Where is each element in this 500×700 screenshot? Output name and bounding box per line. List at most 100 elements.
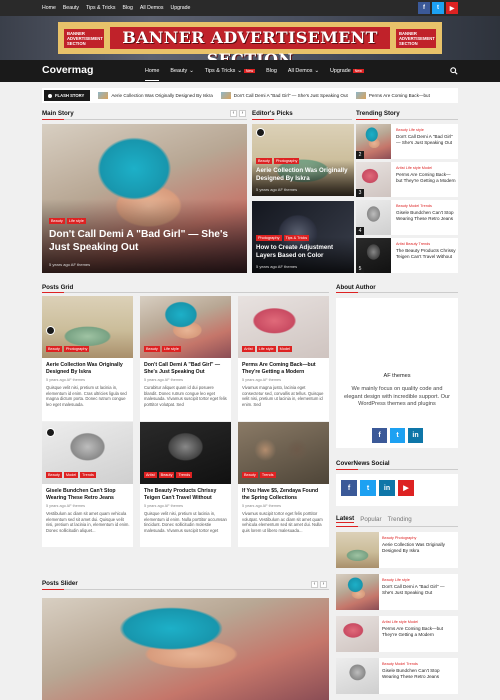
editors-pick-card[interactable]: Photography Tips & Tricks How to Create … <box>252 201 354 273</box>
grid-post-card[interactable]: Artist Life style Model Perms Are Coming… <box>238 296 329 421</box>
linkedin-icon[interactable]: in <box>408 428 423 443</box>
latest-item[interactable]: Beauty Model Trends Gisele Bundchen Can'… <box>336 658 458 694</box>
trending-title[interactable]: Don't Call Demi A "Bad Girl" — She's Jus… <box>396 134 456 146</box>
category-tag[interactable]: Trends <box>80 472 96 478</box>
nav-home[interactable]: Home <box>145 68 160 81</box>
trending-category[interactable]: Artist Beauty Trends <box>396 242 430 246</box>
category-tag[interactable]: Life style <box>66 218 86 224</box>
category-tag[interactable]: Trends <box>176 472 193 478</box>
top-nav-demos[interactable]: All Demos <box>140 5 164 11</box>
category-tag[interactable]: Beauty <box>46 346 62 352</box>
latest-category[interactable]: Artist Life style Model <box>382 620 418 624</box>
trending-category[interactable]: Artist Life style Model <box>396 166 432 170</box>
ticker-item[interactable]: Perms Are Coming Back—but <box>355 92 430 99</box>
trending-title[interactable]: Perms Are Coming Back—but They're Gettin… <box>396 172 456 184</box>
grid-post-card[interactable]: Beauty Trends If You Have $5, Zendaya Fo… <box>238 422 329 547</box>
grid-post-card[interactable]: Artist Beauty Trends The Beauty Products… <box>140 422 231 547</box>
latest-item[interactable]: Beauty Photography Aerie Collection Was … <box>336 532 458 568</box>
grid-post-card[interactable]: Beauty Photography Aerie Collection Was … <box>42 296 133 421</box>
trending-category[interactable]: Beauty Life style <box>396 128 424 132</box>
linkedin-icon[interactable]: in <box>379 480 395 496</box>
twitter-icon[interactable]: t <box>432 2 444 14</box>
category-tag[interactable]: Photography <box>63 346 90 352</box>
category-tag[interactable]: Life style <box>256 346 276 352</box>
main-header: Covermag Home Beauty ⌄ Tips & Tricks ⌄ New … <box>0 60 500 82</box>
nav-blog[interactable]: Blog <box>266 68 277 74</box>
top-nav-upgrade[interactable]: Upgrade <box>171 5 191 11</box>
trending-item[interactable]: 4 Beauty Model Trends Gisele Bundchen Ca… <box>356 200 458 235</box>
nav-demos[interactable]: All Demos ⌄ <box>288 68 319 74</box>
tab-latest[interactable]: Latest <box>336 515 355 523</box>
twitter-icon[interactable]: t <box>360 480 376 496</box>
facebook-icon[interactable]: f <box>341 480 357 496</box>
trending-category[interactable]: Beauty Model Trends <box>396 204 432 208</box>
editors-pick-title[interactable]: Aerie Collection Was Originally Designed… <box>256 167 350 183</box>
grid-post-card[interactable]: Beauty Model Trends Gisele Bundchen Can'… <box>42 422 133 547</box>
grid-post-title[interactable]: Perms Are Coming Back—but They're Gettin… <box>242 362 326 376</box>
grid-post-title[interactable]: If You Have $5, Zendaya Found the Spring… <box>242 488 326 502</box>
nav-tips[interactable]: Tips & Tricks ⌄ New <box>205 68 256 74</box>
top-nav-beauty[interactable]: Beauty <box>63 5 79 11</box>
top-nav-tips[interactable]: Tips & Tricks <box>86 5 116 11</box>
category-tag[interactable]: Artist <box>242 346 255 352</box>
latest-item[interactable]: Beauty Life style Don't Call Demi A "Bad… <box>336 574 458 610</box>
grid-post-title[interactable]: Gisele Bundchen Can't Stop Wearing These… <box>46 488 130 502</box>
top-nav-blog[interactable]: Blog <box>123 5 133 11</box>
main-story-card[interactable]: Beauty Life style Don't Call Demi A "Bad… <box>42 124 247 273</box>
ticker-item[interactable]: Aerie Collection Was Originally Designed… <box>98 92 213 99</box>
category-tag[interactable]: Model <box>63 472 79 478</box>
trending-item[interactable]: 5 Artist Beauty Trends The Beauty Produc… <box>356 238 458 273</box>
next-arrow-icon[interactable]: › <box>320 581 327 588</box>
category-tag[interactable]: Artist <box>144 472 157 478</box>
latest-category[interactable]: Beauty Life style <box>382 578 410 582</box>
category-tag[interactable]: Beauty <box>49 218 65 224</box>
latest-category[interactable]: Beauty Model Trends <box>382 662 418 666</box>
tab-popular[interactable]: Popular <box>360 516 381 523</box>
top-nav-home[interactable]: Home <box>42 5 56 11</box>
category-tag[interactable]: Beauty <box>242 472 258 478</box>
next-arrow-icon[interactable]: › <box>239 110 246 117</box>
category-tag[interactable]: Beauty <box>256 158 272 164</box>
latest-title[interactable]: Aerie Collection Was Originally Designed… <box>382 542 456 554</box>
category-tag[interactable]: Photography <box>273 158 300 164</box>
main-story-title[interactable]: Don't Call Demi A "Bad Girl" — She's Jus… <box>49 228 244 254</box>
grid-post-title[interactable]: Don't Call Demi A "Bad Girl" — She's Jus… <box>144 362 228 376</box>
twitter-icon[interactable]: t <box>390 428 405 443</box>
latest-title[interactable]: Gisele Bundchen Can't Stop Wearing These… <box>382 668 456 680</box>
grid-post-title[interactable]: Aerie Collection Was Originally Designed… <box>46 362 130 376</box>
search-icon[interactable] <box>450 67 458 75</box>
category-tag[interactable]: Model <box>277 346 292 352</box>
grid-post-card[interactable]: Beauty Life style Don't Call Demi A "Bad… <box>140 296 231 421</box>
youtube-icon[interactable]: ▶ <box>398 480 414 496</box>
banner-advertisement[interactable]: BANNER ADVERTISEMENT SECTION BANNER ADVE… <box>58 22 442 69</box>
latest-item[interactable]: Artist Life style Model Perms Are Coming… <box>336 616 458 652</box>
category-tag[interactable]: Life style <box>161 346 181 352</box>
facebook-icon[interactable]: f <box>372 428 387 443</box>
editors-pick-card[interactable]: Beauty Photography Aerie Collection Was … <box>252 124 354 196</box>
prev-arrow-icon[interactable]: ‹ <box>230 110 237 117</box>
trending-title[interactable]: The Beauty Products Chrissy Teigen Can't… <box>396 248 456 260</box>
trending-item[interactable]: 3 Artist Life style Model Perms Are Comi… <box>356 162 458 197</box>
trending-item[interactable]: 2 Beauty Life style Don't Call Demi A "B… <box>356 124 458 159</box>
category-tag[interactable]: Beauty <box>158 472 175 478</box>
site-logo[interactable]: Covermag <box>42 64 93 76</box>
category-tag[interactable]: Photography <box>256 235 282 241</box>
latest-title[interactable]: Perms Are Coming Back—but They're Gettin… <box>382 626 456 638</box>
tab-trending[interactable]: Trending <box>388 516 412 523</box>
editors-pick-title[interactable]: How to Create Adjustment Layers Based on… <box>256 244 350 260</box>
prev-arrow-icon[interactable]: ‹ <box>311 581 318 588</box>
trending-title[interactable]: Gisele Bundchen Can't Stop Wearing These… <box>396 210 456 222</box>
category-tag[interactable]: Beauty <box>144 346 160 352</box>
nav-upgrade[interactable]: Upgrade New <box>330 68 364 74</box>
ticker-item[interactable]: Don't Call Demi A "Bad Girl" — She's Jus… <box>220 92 348 99</box>
posts-slider-image[interactable] <box>42 598 329 700</box>
nav-beauty[interactable]: Beauty ⌄ <box>170 68 193 74</box>
category-tag[interactable]: Tips & Tricks <box>283 235 310 241</box>
latest-category[interactable]: Beauty Photography <box>382 536 416 540</box>
category-tag[interactable]: Trends <box>259 472 276 478</box>
category-tag[interactable]: Beauty <box>46 472 62 478</box>
youtube-icon[interactable]: ▶ <box>446 2 458 14</box>
facebook-icon[interactable]: f <box>418 2 430 14</box>
latest-title[interactable]: Don't Call Demi A "Bad Girl" — She's Jus… <box>382 584 456 596</box>
grid-post-title[interactable]: The Beauty Products Chrissy Teigen Can't… <box>144 488 228 502</box>
